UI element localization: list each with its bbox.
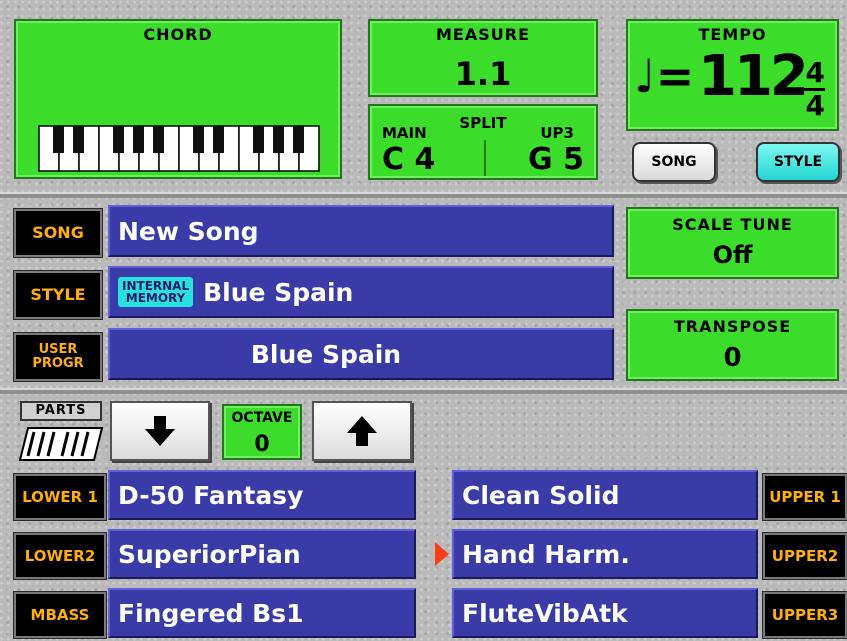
lower1-sound-field[interactable]: D-50 Fantasy: [108, 470, 416, 520]
split-main-label: MAIN: [382, 124, 427, 142]
upper2-sound-field[interactable]: Hand Harm.: [452, 529, 758, 579]
arrow-up-icon: [347, 416, 377, 446]
octave-title: OCTAVE: [231, 410, 293, 426]
mbass-sound-field[interactable]: Fingered Bs1: [108, 588, 416, 638]
badge-line2: MEMORY: [125, 291, 186, 305]
octave-up-button[interactable]: [312, 401, 412, 461]
scale-tune-title: SCALE TUNE: [672, 215, 793, 234]
song-mode-button[interactable]: SONG: [632, 142, 716, 182]
user-progr-line1: USER: [38, 342, 78, 358]
transpose-value: 0: [723, 343, 742, 373]
measure-panel: MEASURE 1.1: [368, 19, 598, 97]
lower2-tag: LOWER2: [13, 532, 107, 580]
style-mode-button[interactable]: STYLE: [756, 142, 840, 182]
split-main-value: C 4: [382, 142, 436, 177]
style-tag: STYLE: [13, 270, 103, 320]
measure-title: MEASURE: [436, 25, 530, 44]
user-progr-field[interactable]: Blue Spain: [108, 328, 614, 380]
time-sig-bottom: 4: [805, 89, 825, 122]
parts-label: PARTS: [20, 401, 102, 421]
upper3-tag: UPPER3: [762, 591, 847, 639]
upper3-sound-field[interactable]: FluteVibAtk: [452, 588, 758, 638]
divider-bottom: [0, 388, 847, 394]
split-divider: [484, 140, 486, 176]
style-name-text: Blue Spain: [203, 277, 354, 307]
tempo-title: TEMPO: [698, 25, 767, 44]
time-sig-top: 4: [805, 56, 825, 89]
style-name-field[interactable]: INTERNAL MEMORY Blue Spain: [108, 266, 614, 318]
user-progr-line2: PROGR: [32, 356, 84, 371]
measure-value: 1.1: [454, 55, 512, 93]
tempo-panel[interactable]: TEMPO ♩= 112 4 4: [626, 19, 839, 131]
octave-value: 0: [254, 432, 270, 457]
keyboard-parts-icon: [18, 427, 104, 461]
arrow-down-icon: [145, 416, 175, 446]
chord-panel: CHORD: [14, 19, 342, 179]
upper1-sound-field[interactable]: Clean Solid: [452, 470, 758, 520]
keyboard-icon: [38, 125, 320, 172]
octave-down-button[interactable]: [110, 401, 210, 461]
internal-memory-badge: INTERNAL MEMORY: [118, 277, 194, 307]
mbass-tag: MBASS: [13, 591, 107, 639]
split-up-value: G 5: [528, 142, 584, 177]
split-panel[interactable]: SPLIT MAIN UP3 C 4 G 5: [368, 104, 598, 180]
upper1-tag: UPPER 1: [762, 473, 847, 521]
lower2-sound-field[interactable]: SuperiorPian: [108, 529, 416, 579]
tempo-value: 112: [698, 44, 809, 109]
split-up-label: UP3: [540, 124, 574, 142]
lower1-tag: LOWER 1: [13, 473, 107, 521]
quarter-note-icon: ♩=: [634, 49, 695, 103]
song-tag: SONG: [13, 208, 103, 258]
selected-arrow-icon: [435, 542, 449, 566]
scale-tune-value: Off: [712, 241, 753, 269]
transpose-title: TRANSPOSE: [673, 317, 792, 336]
chord-title: CHORD: [143, 25, 213, 44]
transpose-panel[interactable]: TRANSPOSE 0: [626, 309, 839, 381]
divider-top: [0, 192, 847, 198]
octave-panel: OCTAVE 0: [222, 404, 302, 460]
upper2-tag: UPPER2: [762, 532, 847, 580]
user-progr-tag: USER PROGR: [13, 332, 103, 382]
scale-tune-panel[interactable]: SCALE TUNE Off: [626, 207, 839, 279]
song-name-field[interactable]: New Song: [108, 205, 614, 257]
